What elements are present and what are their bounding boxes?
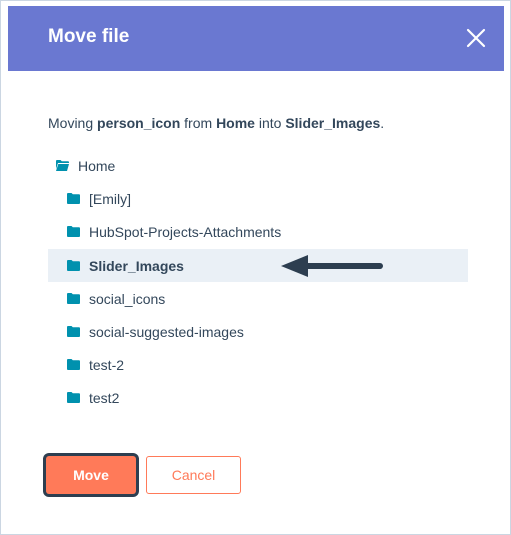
close-icon[interactable] bbox=[464, 26, 488, 50]
folder-icon bbox=[67, 392, 80, 403]
folder-icon bbox=[67, 326, 80, 337]
folder-item-selected[interactable]: Slider_Images bbox=[48, 249, 468, 282]
folder-item[interactable]: social-suggested-images bbox=[48, 315, 468, 348]
move-into-word: into bbox=[258, 115, 282, 131]
destination-folder: Slider_Images bbox=[285, 115, 381, 131]
dialog-title: Move file bbox=[48, 26, 130, 47]
folder-item-label: HubSpot-Projects-Attachments bbox=[89, 223, 282, 240]
folder-tree-root[interactable]: Home bbox=[56, 149, 256, 182]
folder-item[interactable]: test2 bbox=[48, 381, 468, 414]
folder-item[interactable]: HubSpot-Projects-Attachments bbox=[48, 215, 468, 248]
folder-item[interactable]: social_icons bbox=[48, 282, 468, 315]
folder-item-label: Slider_Images bbox=[89, 257, 184, 274]
folder-icon bbox=[67, 359, 80, 370]
move-file-dialog: Move file Moving person_icon from Home i… bbox=[0, 0, 511, 535]
move-from-word: from bbox=[184, 115, 213, 131]
file-name: person_icon bbox=[97, 115, 181, 131]
arrow-left-icon bbox=[281, 255, 383, 277]
folder-icon bbox=[67, 193, 80, 204]
cancel-button[interactable]: Cancel bbox=[146, 456, 241, 494]
folder-item-label: social_icons bbox=[89, 290, 166, 307]
folder-item-label: test-2 bbox=[89, 356, 125, 373]
dialog-header: Move file bbox=[8, 6, 504, 71]
folder-tree-root-label: Home bbox=[78, 157, 116, 174]
source-folder: Home bbox=[216, 115, 255, 131]
folder-item[interactable]: [Emily] bbox=[48, 182, 468, 215]
move-prefix: Moving bbox=[48, 115, 94, 131]
move-button[interactable]: Move bbox=[46, 456, 136, 494]
folder-icon bbox=[67, 226, 80, 237]
folder-open-icon bbox=[56, 160, 69, 171]
folder-icon bbox=[67, 260, 80, 271]
folder-item[interactable]: test-2 bbox=[48, 348, 468, 381]
folder-item-label: [Emily] bbox=[89, 190, 131, 207]
folder-item-label: social-suggested-images bbox=[89, 323, 244, 340]
folder-item-label: test2 bbox=[89, 389, 120, 406]
folder-icon bbox=[67, 293, 80, 304]
move-description: Moving person_icon from Home into Slider… bbox=[48, 115, 384, 131]
move-suffix: . bbox=[380, 115, 385, 131]
